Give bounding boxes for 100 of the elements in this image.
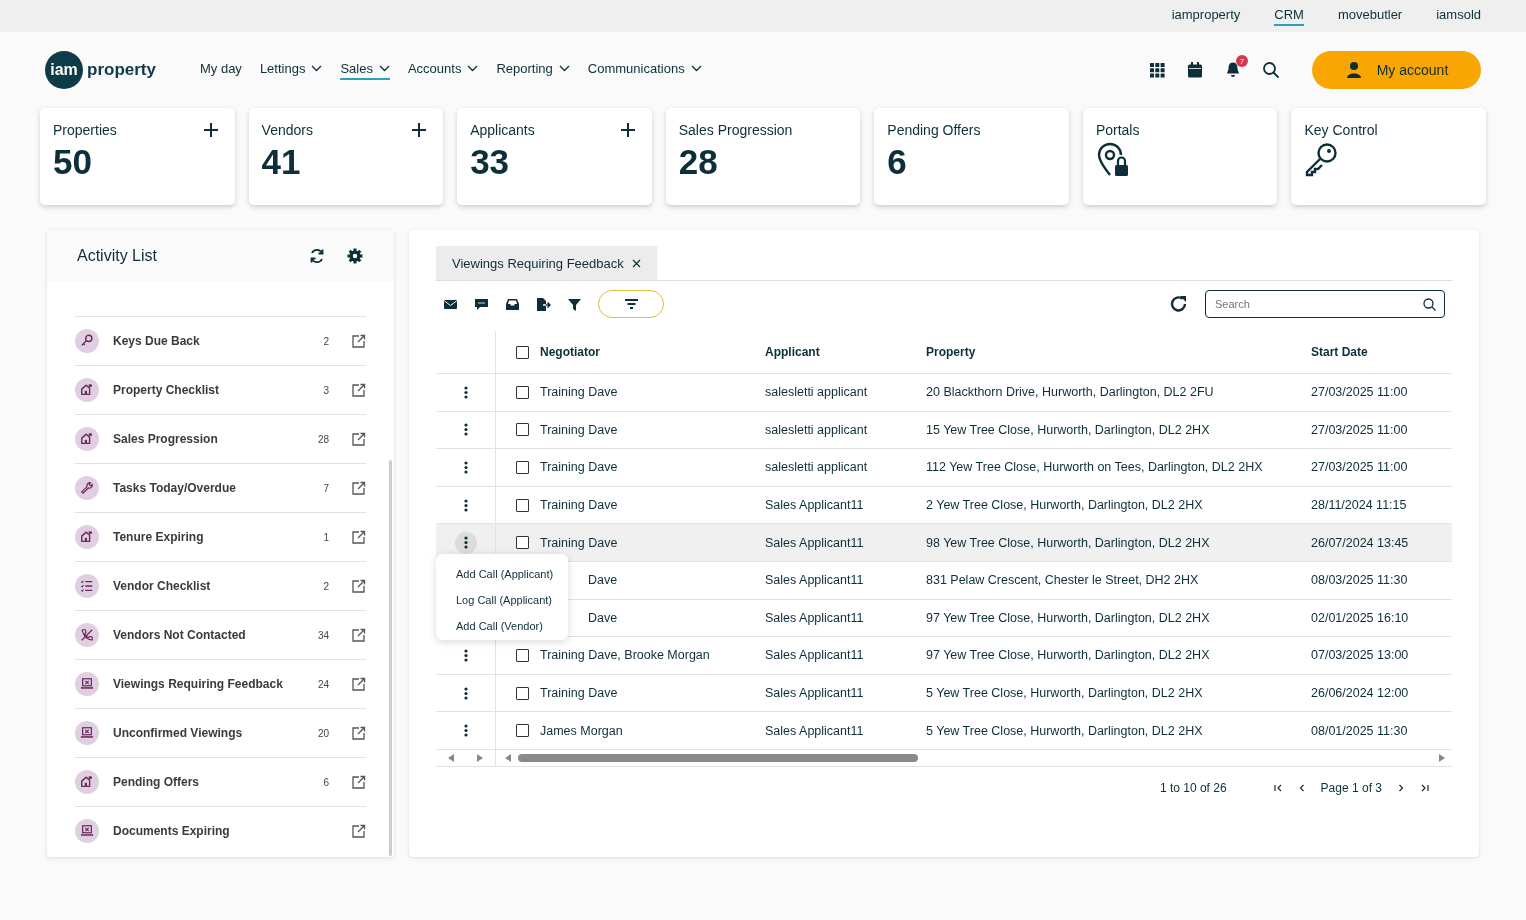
- activity-item[interactable]: Property Checklist 3: [75, 365, 366, 414]
- top-link[interactable]: movebutler: [1337, 6, 1403, 26]
- plus-icon[interactable]: [202, 122, 219, 138]
- activity-item[interactable]: Sales Progression 28: [75, 414, 366, 463]
- laptop-icon: [80, 677, 94, 691]
- column-header[interactable]: Applicant: [765, 345, 926, 359]
- inbox-icon[interactable]: [505, 296, 520, 312]
- column-header[interactable]: Property: [926, 345, 1311, 359]
- table-cell-text: salesletti applicant: [765, 460, 869, 475]
- checkbox[interactable]: [516, 461, 529, 474]
- plus-icon[interactable]: [619, 122, 636, 138]
- sms-icon[interactable]: [474, 296, 489, 312]
- external-link-icon[interactable]: [351, 333, 366, 349]
- settings-icon[interactable]: [346, 247, 364, 265]
- nav-item[interactable]: Lettings: [259, 60, 323, 80]
- search-icon[interactable]: [1422, 297, 1437, 312]
- bell-icon[interactable]: [1224, 61, 1242, 79]
- nav-item[interactable]: Sales: [340, 60, 390, 80]
- refresh-icon[interactable]: [308, 247, 326, 265]
- logo-word[interactable]: property: [87, 60, 156, 80]
- activity-item[interactable]: Pending Offers 6: [75, 757, 366, 806]
- nav-item[interactable]: Reporting: [496, 60, 570, 80]
- checkbox[interactable]: [516, 385, 529, 399]
- activity-item[interactable]: Keys Due Back 2: [75, 316, 366, 365]
- plus-icon[interactable]: [411, 122, 428, 138]
- left-arrow-icon[interactable]: [446, 753, 455, 762]
- table-cell-text: Sales Applicant11: [765, 723, 865, 738]
- kebab-icon: [463, 724, 468, 738]
- table-cell-text: 27/03/2025 11:00: [1311, 385, 1409, 400]
- external-link-icon[interactable]: [351, 774, 366, 790]
- right-arrow-icon[interactable]: [1438, 753, 1446, 762]
- external-link-icon[interactable]: [351, 725, 366, 741]
- activity-item[interactable]: Unconfirmed Viewings 20: [75, 708, 366, 757]
- export-icon[interactable]: [536, 296, 551, 312]
- checkbox[interactable]: [516, 345, 529, 359]
- refresh-icon[interactable]: [1169, 294, 1189, 314]
- external-link-icon[interactable]: [351, 578, 366, 594]
- last-page-button[interactable]: [1420, 782, 1430, 793]
- activity-item[interactable]: Viewings Requiring Feedback 24: [75, 659, 366, 708]
- top-link[interactable]: iamproperty: [1171, 6, 1241, 26]
- external-link-icon[interactable]: [351, 676, 366, 692]
- stat-card[interactable]: Properties 50: [40, 108, 235, 205]
- checkbox[interactable]: [516, 686, 529, 700]
- external-link-icon[interactable]: [351, 627, 366, 643]
- account-button[interactable]: My account: [1312, 51, 1481, 89]
- close-icon[interactable]: [631, 258, 641, 268]
- next-page-button[interactable]: [1396, 782, 1406, 793]
- checkbox[interactable]: [516, 536, 529, 550]
- activity-item[interactable]: Tasks Today/Overdue 7: [75, 463, 366, 512]
- external-link-icon[interactable]: [351, 529, 366, 545]
- scrollbar-thumb[interactable]: [518, 753, 918, 762]
- logo-mark[interactable]: iam: [45, 51, 83, 89]
- nav-item[interactable]: Communications: [587, 60, 702, 80]
- activity-item[interactable]: Documents Expiring: [75, 806, 366, 855]
- stat-card[interactable]: Pending Offers 6: [874, 108, 1069, 205]
- activity-item[interactable]: Vendor Checklist 2: [75, 561, 366, 610]
- activity-count: 20: [316, 727, 329, 739]
- more-options-button[interactable]: [454, 531, 477, 554]
- column-header[interactable]: Negotiator: [540, 345, 765, 359]
- right-arrow-icon[interactable]: [476, 753, 485, 762]
- search-field[interactable]: Search: [1205, 290, 1445, 318]
- menu-item[interactable]: Add Call (Vendor): [436, 613, 568, 640]
- table-cell-text: 02/01/2025 16:10: [1311, 610, 1410, 625]
- table-cell-text: 97 Yew Tree Close, Hurworth, Darlington, DL2 2HX: [926, 648, 1211, 663]
- checkbox[interactable]: [516, 423, 529, 437]
- tab[interactable]: Viewings Requiring Feedback: [436, 246, 657, 280]
- menu-item[interactable]: Add Call (Applicant): [436, 561, 568, 588]
- sort-filter-button[interactable]: [598, 290, 664, 318]
- activity-item[interactable]: Vendors Not Contacted 34: [75, 610, 366, 659]
- column-header[interactable]: Start Date: [1311, 345, 1452, 359]
- menu-item[interactable]: Log Call (Applicant): [436, 587, 568, 614]
- table-cell-text: Sales Applicant11: [765, 686, 865, 701]
- activity-item[interactable]: Tenure Expiring 1: [75, 512, 366, 561]
- stat-card[interactable]: Portals: [1082, 108, 1278, 205]
- table-cell-text: Training Dave: [540, 686, 619, 701]
- external-link-icon[interactable]: [351, 480, 366, 496]
- checkbox[interactable]: [516, 724, 529, 738]
- stat-card[interactable]: Key Control: [1291, 108, 1487, 205]
- nav-item[interactable]: My day: [199, 60, 242, 80]
- external-link-icon[interactable]: [351, 382, 366, 398]
- nav-item[interactable]: Accounts: [407, 60, 479, 80]
- house-icon: [80, 383, 94, 397]
- table-cell-text: salesletti applicant: [765, 385, 869, 400]
- calendar-icon[interactable]: [1186, 61, 1204, 79]
- left-arrow-icon[interactable]: [504, 753, 512, 762]
- top-link[interactable]: iamsold: [1436, 6, 1481, 26]
- stat-card[interactable]: Sales Progression 28: [665, 108, 861, 205]
- checkbox[interactable]: [516, 648, 529, 662]
- external-link-icon[interactable]: [351, 823, 366, 839]
- filter-icon[interactable]: [567, 296, 582, 312]
- external-link-icon[interactable]: [351, 431, 366, 447]
- scrollbar[interactable]: [389, 460, 392, 856]
- stat-card[interactable]: Applicants 33: [457, 108, 652, 205]
- top-link[interactable]: CRM: [1274, 6, 1304, 26]
- stat-card[interactable]: Vendors 41: [248, 108, 444, 205]
- grid-icon[interactable]: [1148, 61, 1166, 79]
- checkbox[interactable]: [516, 498, 529, 512]
- first-page-button[interactable]: [1272, 782, 1283, 793]
- search-icon[interactable]: [1262, 61, 1280, 79]
- activity-count: 28: [316, 433, 329, 445]
